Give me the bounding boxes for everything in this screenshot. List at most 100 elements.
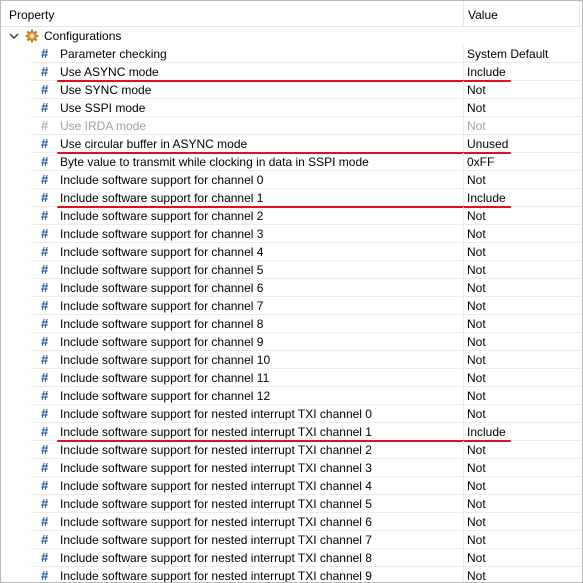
- property-row[interactable]: # Byte value to transmit while clocking i…: [1, 153, 582, 171]
- property-row[interactable]: # Include software support for channel 5 N…: [1, 261, 582, 279]
- property-row[interactable]: # Use SSPI mode Not: [1, 99, 582, 117]
- hash-icon: #: [41, 406, 49, 421]
- property-value[interactable]: Not: [467, 245, 486, 259]
- property-row[interactable]: # Include software support for nested int…: [1, 441, 582, 459]
- hash-icon: #: [41, 280, 49, 295]
- property-label: Include software support for channel 10: [60, 353, 271, 367]
- property-row[interactable]: # Include software support for nested int…: [1, 477, 582, 495]
- chevron-down-icon[interactable]: [9, 31, 19, 41]
- property-value[interactable]: Include: [467, 425, 506, 439]
- property-row[interactable]: # Include software support for nested int…: [1, 495, 582, 513]
- column-divider: [463, 441, 464, 459]
- property-value[interactable]: Not: [467, 479, 486, 493]
- property-row[interactable]: # Include software support for channel 9 N…: [1, 333, 582, 351]
- hash-icon: #: [41, 154, 49, 169]
- property-value[interactable]: Not: [467, 227, 486, 241]
- property-label: Include software support for nested inte…: [60, 569, 372, 583]
- property-row[interactable]: # Include software support for channel 11…: [1, 369, 582, 387]
- property-label: Parameter checking: [60, 47, 167, 61]
- property-row[interactable]: # Include software support for channel 0 N…: [1, 171, 582, 189]
- property-row[interactable]: # Use SYNC mode Not: [1, 81, 582, 99]
- property-value[interactable]: Not: [467, 83, 486, 97]
- property-row[interactable]: # Include software support for channel 10…: [1, 351, 582, 369]
- column-divider: [463, 315, 464, 333]
- column-divider: [463, 405, 464, 423]
- column-divider: [463, 423, 464, 441]
- hash-icon: #: [41, 334, 49, 349]
- property-value[interactable]: Include: [467, 191, 506, 205]
- property-value[interactable]: Not: [467, 173, 486, 187]
- property-row[interactable]: # Include software support for channel 4 N…: [1, 243, 582, 261]
- property-value[interactable]: Not: [467, 209, 486, 223]
- property-value[interactable]: Include: [467, 65, 506, 79]
- property-row[interactable]: # Include software support for nested int…: [1, 531, 582, 549]
- property-row[interactable]: # Include software support for nested int…: [1, 513, 582, 531]
- property-label: Include software support for nested inte…: [60, 497, 372, 511]
- property-value[interactable]: Unused: [467, 137, 508, 151]
- property-label: Include software support for nested inte…: [60, 515, 372, 529]
- property-label: Include software support for channel 0: [60, 173, 264, 187]
- configurations-group-row[interactable]: Configurations: [1, 27, 582, 45]
- hash-icon: #: [41, 388, 49, 403]
- column-divider: [463, 81, 464, 99]
- property-value[interactable]: Not: [467, 389, 486, 403]
- property-label: Include software support for channel 11: [60, 371, 270, 385]
- hash-icon: #: [41, 100, 49, 115]
- property-row[interactable]: # Include software support for channel 6 N…: [1, 279, 582, 297]
- property-value[interactable]: Not: [467, 515, 486, 529]
- property-row[interactable]: # Use ASYNC mode Include: [1, 63, 582, 82]
- property-value[interactable]: Not: [467, 407, 486, 421]
- property-value[interactable]: Not: [467, 317, 486, 331]
- table-header: Property Value: [1, 1, 582, 27]
- property-row[interactable]: # Use circular buffer in ASYNC mode Unused: [1, 135, 582, 154]
- property-value[interactable]: Not: [467, 461, 486, 475]
- column-divider: [463, 369, 464, 387]
- property-value[interactable]: Not: [467, 335, 486, 349]
- property-value[interactable]: Not: [467, 569, 486, 582]
- property-value[interactable]: Not: [467, 101, 486, 115]
- property-value[interactable]: Not: [467, 299, 486, 313]
- column-divider: [463, 63, 464, 81]
- hash-icon: #: [41, 298, 49, 313]
- property-label: Include software support for channel 6: [60, 281, 264, 295]
- property-value[interactable]: Not: [467, 353, 486, 367]
- property-value[interactable]: Not: [467, 551, 486, 565]
- value-column-header[interactable]: Value: [468, 8, 498, 22]
- property-value[interactable]: Not: [467, 497, 486, 511]
- column-divider: [463, 297, 464, 315]
- hash-icon: #: [41, 550, 49, 565]
- property-label: Use IRDA mode: [60, 119, 147, 133]
- property-value[interactable]: 0xFF: [467, 155, 494, 169]
- property-column-header[interactable]: Property: [9, 8, 54, 22]
- property-row[interactable]: # Include software support for nested int…: [1, 405, 582, 423]
- property-row[interactable]: # Include software support for channel 12…: [1, 387, 582, 405]
- property-row[interactable]: # Include software support for nested int…: [1, 567, 582, 583]
- hash-icon: #: [41, 190, 49, 205]
- hash-icon: #: [41, 370, 49, 385]
- property-row[interactable]: # Parameter checking System Default: [1, 45, 582, 63]
- column-resize-handle[interactable]: [463, 1, 464, 26]
- column-divider: [463, 99, 464, 117]
- property-row[interactable]: # Include software support for nested int…: [1, 549, 582, 567]
- property-row[interactable]: # Include software support for nested int…: [1, 423, 582, 442]
- hash-icon: #: [41, 316, 49, 331]
- hash-icon: #: [41, 568, 49, 583]
- property-value[interactable]: Not: [467, 371, 486, 385]
- property-row[interactable]: # Include software support for channel 2 N…: [1, 207, 582, 225]
- property-row[interactable]: # Include software support for nested int…: [1, 459, 582, 477]
- property-row[interactable]: # Include software support for channel 1 I…: [1, 189, 582, 208]
- property-value[interactable]: Not: [467, 281, 486, 295]
- properties-panel: Property Value Configurations # Parameter…: [0, 0, 583, 583]
- property-value[interactable]: System Default: [467, 47, 548, 61]
- hash-icon: #: [41, 172, 49, 187]
- gear-icon: [25, 29, 39, 43]
- property-row[interactable]: # Include software support for channel 3 N…: [1, 225, 582, 243]
- property-value[interactable]: Not: [467, 443, 486, 457]
- column-divider: [463, 171, 464, 189]
- property-value[interactable]: Not: [467, 533, 486, 547]
- property-row[interactable]: # Include software support for channel 7 N…: [1, 297, 582, 315]
- property-value: Not: [467, 119, 486, 133]
- property-row[interactable]: # Include software support for channel 8 N…: [1, 315, 582, 333]
- property-value[interactable]: Not: [467, 263, 486, 277]
- hash-icon: #: [41, 244, 49, 259]
